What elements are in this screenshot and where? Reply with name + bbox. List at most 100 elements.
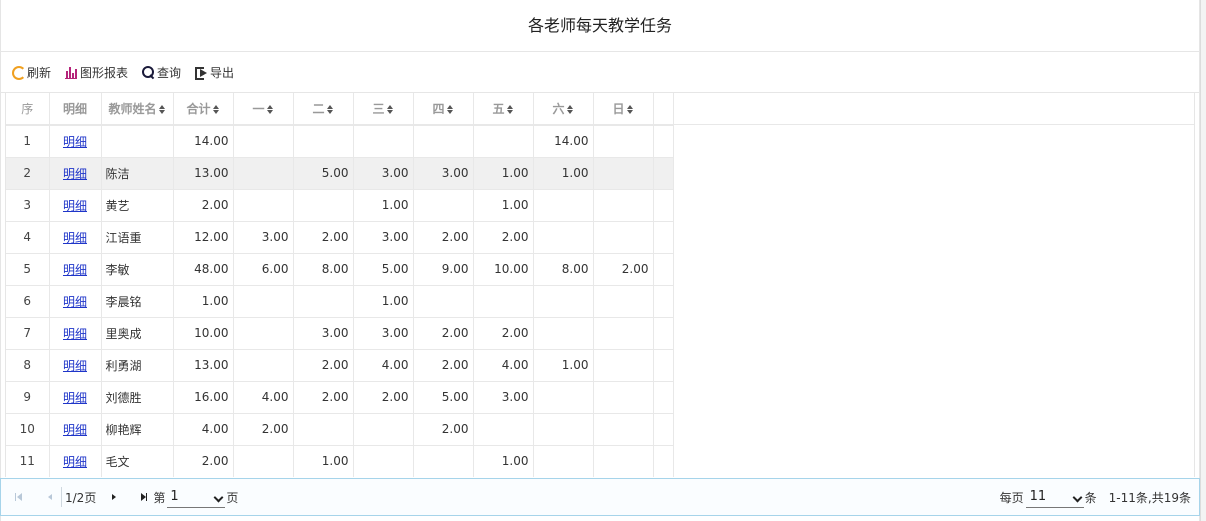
col-header-wed[interactable]: 三 <box>353 93 414 126</box>
refresh-label: 刷新 <box>27 65 52 80</box>
refresh-button[interactable]: 刷新 <box>11 62 51 82</box>
cell-mon <box>233 349 294 382</box>
last-page-icon[interactable] <box>136 489 152 505</box>
cell-seq: 6 <box>6 285 50 318</box>
scrollbar-gutter[interactable] <box>1200 0 1206 521</box>
detail-link[interactable]: 明细 <box>63 135 87 149</box>
cell-wed: 1.00 <box>353 285 414 318</box>
detail-link[interactable]: 明细 <box>63 423 87 437</box>
col-header-tue[interactable]: 二 <box>293 93 354 126</box>
cell-teacher-name: 利勇湖 <box>101 349 174 382</box>
cell-sat <box>533 317 594 350</box>
chevron-down-icon <box>215 493 223 501</box>
detail-link[interactable]: 明细 <box>63 455 87 469</box>
detail-link[interactable]: 明细 <box>63 295 87 309</box>
cell-teacher-name: 刘德胜 <box>101 381 174 414</box>
first-page-icon[interactable] <box>11 489 27 505</box>
col-header-sun[interactable]: 日 <box>593 93 654 126</box>
query-label: 查询 <box>157 65 182 80</box>
toolbar: 刷新 图形报表 查询 导出 <box>0 52 1200 93</box>
cell-seq: 8 <box>6 349 50 382</box>
col-header-fri[interactable]: 五 <box>473 93 534 126</box>
cell-mon: 3.00 <box>233 221 294 254</box>
table-row[interactable]: 4 明细 江语重 12.00 3.00 2.00 3.00 2.00 2.00 <box>6 221 674 254</box>
cell-tue <box>293 285 354 318</box>
cell-mon: 4.00 <box>233 381 294 414</box>
cell-fri <box>473 125 534 158</box>
cell-sat: 1.00 <box>533 349 594 382</box>
col-header-filler <box>653 93 674 126</box>
chart-report-button[interactable]: 图形报表 <box>64 62 128 82</box>
detail-link[interactable]: 明细 <box>63 359 87 373</box>
cell-sat <box>533 285 594 318</box>
cell-sun <box>593 445 654 477</box>
cell-wed: 5.00 <box>353 253 414 286</box>
cell-thu <box>413 445 474 477</box>
cell-filler <box>653 125 674 158</box>
cell-tue <box>293 413 354 446</box>
per-page-select[interactable]: 11 <box>1025 486 1084 508</box>
cell-sun <box>593 381 654 414</box>
table-row[interactable]: 8 明细 利勇湖 13.00 2.00 4.00 2.00 4.00 1.00 <box>6 349 674 382</box>
cell-total: 2.00 <box>173 189 234 222</box>
prev-page-icon[interactable] <box>42 489 58 505</box>
col-header-thu[interactable]: 四 <box>413 93 474 126</box>
cell-tue: 2.00 <box>293 221 354 254</box>
cell-fri: 2.00 <box>473 317 534 350</box>
cell-sun <box>593 317 654 350</box>
table-row[interactable]: 3 明细 黄艺 2.00 1.00 1.00 <box>6 189 674 222</box>
cell-detail: 明细 <box>49 349 102 382</box>
detail-link[interactable]: 明细 <box>63 231 87 245</box>
next-page-icon[interactable] <box>106 489 122 505</box>
chevron-down-icon <box>1074 493 1082 501</box>
cell-thu: 9.00 <box>413 253 474 286</box>
detail-link[interactable]: 明细 <box>63 391 87 405</box>
cell-wed: 2.00 <box>353 381 414 414</box>
col-header-total[interactable]: 合计 <box>173 93 234 126</box>
table-row[interactable]: 5 明细 李敏 48.00 6.00 8.00 5.00 9.00 10.00 8.00 2.00 <box>6 253 674 286</box>
search-icon <box>141 65 155 79</box>
table-row[interactable]: 9 明细 刘德胜 16.00 4.00 2.00 2.00 5.00 3.00 <box>6 381 674 414</box>
per-page-label: 每页 <box>999 490 1024 505</box>
table-row[interactable]: 7 明细 里奥成 10.00 3.00 3.00 2.00 2.00 <box>6 317 674 350</box>
detail-link[interactable]: 明细 <box>63 327 87 341</box>
detail-link[interactable]: 明细 <box>63 263 87 277</box>
query-button[interactable]: 查询 <box>141 62 181 82</box>
cell-sat <box>533 445 594 477</box>
cell-wed <box>353 445 414 477</box>
col-header-sat-label: 六 <box>552 102 565 117</box>
cell-wed: 1.00 <box>353 189 414 222</box>
table-row[interactable]: 6 明细 李晨铭 1.00 1.00 <box>6 285 674 318</box>
cell-detail: 明细 <box>49 221 102 254</box>
detail-link[interactable]: 明细 <box>63 199 87 213</box>
pagination-bar: 1/2页 第 1 页 每页 11 条 1-11条,共19条 <box>0 478 1200 516</box>
cell-seq: 9 <box>6 381 50 414</box>
cell-sat: 14.00 <box>533 125 594 158</box>
data-grid: 序 明细 教师姓名 合计 一 二 三 四 五 六 日 1 明细 14.00 14.00… <box>5 93 1195 477</box>
cell-sat <box>533 189 594 222</box>
per-page-value: 11 <box>1029 489 1047 504</box>
cell-sun <box>593 221 654 254</box>
cell-filler <box>653 189 674 222</box>
cell-seq: 7 <box>6 317 50 350</box>
col-header-name[interactable]: 教师姓名 <box>101 93 174 126</box>
record-summary: 1-11条,共19条 <box>1108 490 1191 505</box>
cell-total: 16.00 <box>173 381 234 414</box>
cell-sat: 1.00 <box>533 157 594 190</box>
cell-wed: 3.00 <box>353 221 414 254</box>
table-row[interactable]: 2 明细 陈洁 13.00 5.00 3.00 3.00 1.00 1.00 <box>6 157 674 190</box>
cell-fri: 10.00 <box>473 253 534 286</box>
cell-teacher-name: 毛文 <box>101 445 174 477</box>
cell-detail: 明细 <box>49 253 102 286</box>
page-number-select[interactable]: 1 <box>167 486 226 508</box>
col-header-sat[interactable]: 六 <box>533 93 594 126</box>
table-header-row: 序 明细 教师姓名 合计 一 二 三 四 五 六 日 <box>6 93 674 126</box>
table-row[interactable]: 10 明细 柳艳辉 4.00 2.00 2.00 <box>6 413 674 446</box>
detail-link[interactable]: 明细 <box>63 167 87 181</box>
table-row[interactable]: 1 明细 14.00 14.00 <box>6 125 674 158</box>
col-header-mon[interactable]: 一 <box>233 93 294 126</box>
cell-teacher-name: 李敏 <box>101 253 174 286</box>
table-row[interactable]: 11 明细 毛文 2.00 1.00 1.00 <box>6 445 674 477</box>
export-button[interactable]: 导出 <box>194 62 234 82</box>
sort-icon <box>446 105 454 115</box>
